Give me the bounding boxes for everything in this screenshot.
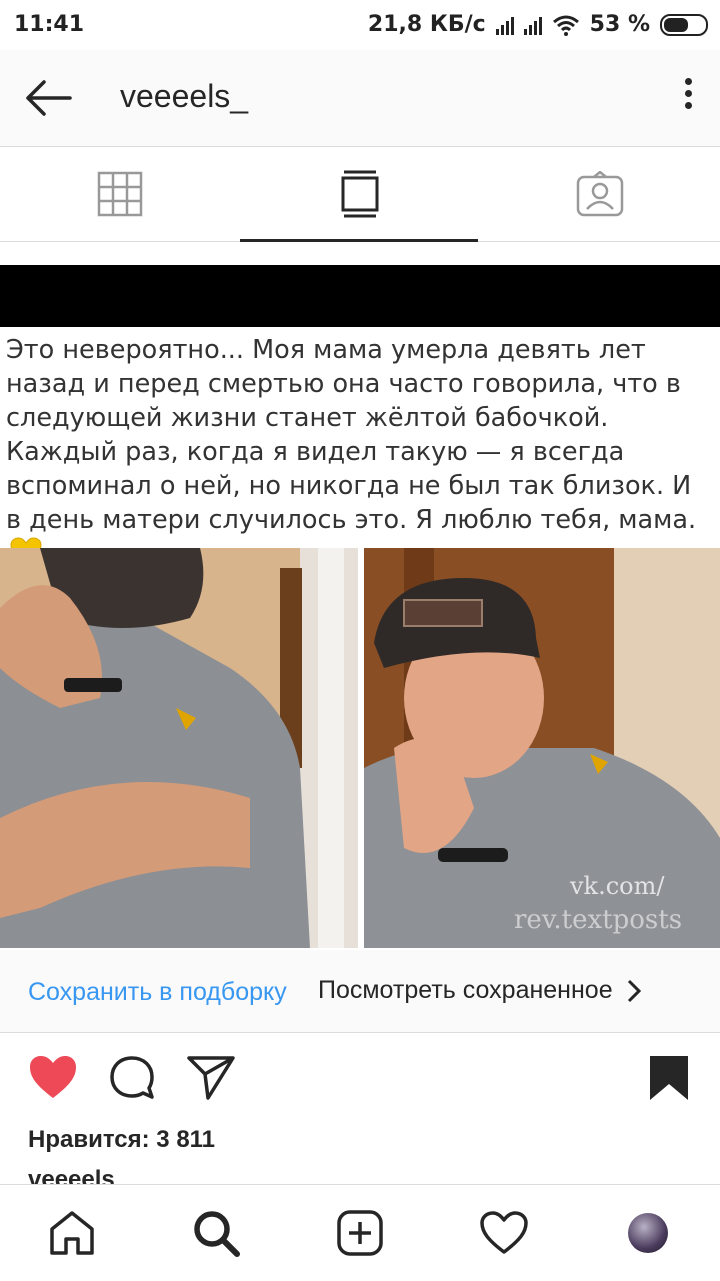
post-actions [0, 1046, 720, 1112]
tab-tagged[interactable] [480, 147, 720, 241]
signal-icon-2 [523, 15, 542, 35]
add-post-icon [337, 1210, 383, 1256]
watermark-line2: rev.textposts [514, 905, 682, 935]
more-options-icon[interactable] [682, 78, 694, 118]
wifi-icon [552, 15, 579, 36]
view-saved-button[interactable]: Посмотреть сохраненное [318, 976, 641, 1005]
tab-feed[interactable] [240, 147, 480, 242]
post-icon [341, 170, 379, 218]
post-text: Это невероятно... Моя мама умерла девять… [6, 335, 697, 535]
back-arrow-icon[interactable] [22, 74, 74, 122]
nav-activity[interactable] [476, 1205, 532, 1261]
likes-count[interactable]: Нравится: 3 811 [28, 1126, 215, 1154]
nav-home[interactable] [44, 1205, 100, 1261]
post-photo-left [0, 548, 358, 948]
header-username: veeeels_ [120, 78, 249, 114]
bookmark-filled-icon[interactable] [648, 1054, 690, 1102]
nav-new-post[interactable] [332, 1205, 388, 1261]
post-text-block: Это невероятно... Моя мама умерла девять… [6, 333, 714, 572]
profile-tabs [0, 147, 720, 242]
activity-heart-icon [480, 1211, 528, 1254]
status-bar: 11:41 21,8 КБ/с 53 % [0, 0, 720, 50]
network-speed: 21,8 КБ/с [367, 12, 486, 37]
signal-icon [495, 15, 514, 35]
save-to-collection-bar: Сохранить в подборку Посмотреть сохранен… [0, 950, 720, 1033]
battery-percent: 53 % [589, 12, 650, 37]
search-icon [194, 1211, 240, 1257]
profile-header: veeeels_ [0, 50, 720, 147]
home-icon [50, 1211, 94, 1255]
nav-search[interactable] [188, 1205, 244, 1261]
bottom-navigation [0, 1184, 720, 1281]
tab-grid[interactable] [0, 147, 240, 241]
grid-icon [97, 171, 143, 217]
nav-profile[interactable] [620, 1205, 676, 1261]
comment-icon[interactable] [108, 1054, 156, 1102]
battery-icon [660, 13, 708, 36]
status-time: 11:41 [14, 12, 85, 37]
view-saved-label: Посмотреть сохраненное [318, 976, 613, 1004]
profile-avatar [628, 1213, 668, 1253]
watermark-line1: vk.com/ [569, 872, 665, 900]
share-icon[interactable] [186, 1054, 236, 1100]
save-to-collection-link[interactable]: Сохранить в подборку [28, 978, 287, 1007]
post-photo-right: vk.com/ rev.textposts [364, 548, 720, 948]
tagged-person-icon [576, 171, 624, 217]
status-right: 21,8 КБ/с 53 % [368, 12, 708, 37]
like-heart-icon[interactable] [28, 1054, 78, 1100]
chevron-right-icon [627, 979, 641, 1002]
post-top-band [0, 265, 720, 327]
